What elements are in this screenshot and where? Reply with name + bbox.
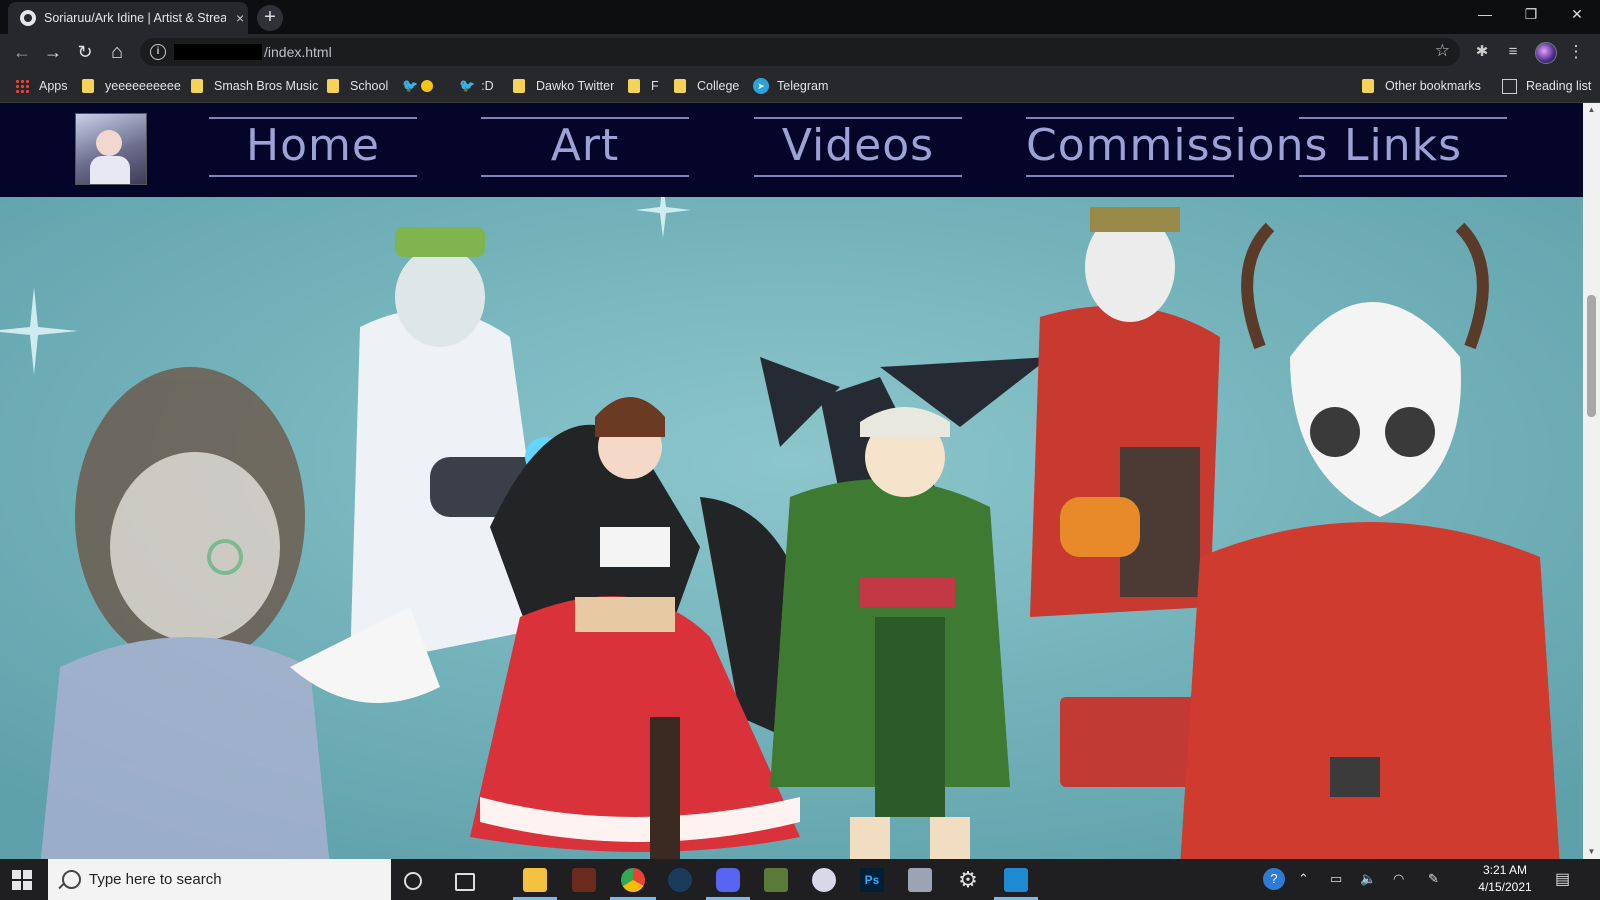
site-favicon-icon	[20, 10, 36, 26]
bookmark-telegram[interactable]: ➤ Telegram	[753, 77, 828, 95]
nav-commissions[interactable]: Commissions	[1026, 117, 1327, 177]
file-explorer-icon[interactable]	[523, 868, 547, 892]
task-view-icon[interactable]	[455, 873, 475, 891]
snipping-tool-icon[interactable]	[908, 868, 932, 892]
settings-gear-icon[interactable]: ⚙	[956, 868, 980, 892]
steam-icon[interactable]	[668, 868, 692, 892]
game-app-icon[interactable]	[572, 868, 596, 892]
profile-avatar-icon[interactable]	[1535, 42, 1557, 64]
tab-close-icon[interactable]: ×	[232, 10, 248, 26]
close-window-button[interactable]: ✕	[1554, 0, 1600, 30]
menu-icon[interactable]: ⋮	[1566, 42, 1586, 62]
reading-list[interactable]: Reading list	[1502, 77, 1591, 95]
address-bar[interactable]: i /index.html ☆	[140, 38, 1460, 66]
scroll-down-arrow-icon[interactable]: ▼	[1583, 845, 1600, 859]
site-avatar-logo[interactable]	[75, 113, 147, 185]
search-icon	[62, 870, 81, 889]
browser-toolbar: ← → ↻ ⌂ i /index.html ☆ ✱ ≡ ⋮	[0, 34, 1600, 70]
paint-app-icon[interactable]	[812, 868, 836, 892]
back-icon[interactable]: ←	[10, 40, 34, 64]
smiley-emoji-icon	[421, 80, 434, 92]
folder-icon	[191, 79, 203, 93]
clock-time: 3:21 AM	[1482, 863, 1528, 877]
bookmark-folder-smash-bros-music[interactable]: Smash Bros Music	[191, 77, 318, 95]
hero-banner-illustration: 24	[0, 197, 1583, 859]
vscode-icon[interactable]	[1004, 868, 1028, 892]
apps-grid-icon	[15, 79, 29, 93]
windows-start-icon[interactable]	[12, 870, 32, 890]
nav-links[interactable]: Links	[1299, 117, 1507, 177]
forward-icon[interactable]: →	[41, 40, 65, 64]
nav-videos[interactable]: Videos	[754, 117, 962, 177]
home-icon[interactable]: ⌂	[105, 40, 129, 64]
bookmark-folder-yeeeeeeeeee[interactable]: yeeeeeeeeee	[82, 77, 181, 95]
extensions-icon[interactable]: ✱	[1472, 42, 1492, 62]
bookmark-twitter-emoji[interactable]: 🐦	[402, 77, 443, 95]
page-viewport: Home Art Videos Commissions Links	[0, 103, 1583, 859]
twitter-icon: 🐦	[459, 78, 476, 93]
notifications-icon[interactable]: ▤	[1555, 869, 1570, 889]
folder-icon	[628, 79, 640, 93]
browser-tab-active[interactable]: Soriaruu/Ark Idine | Artist & Strea ×	[8, 2, 248, 34]
redacted-url-host	[174, 44, 262, 60]
reading-queue-icon[interactable]: ≡	[1503, 42, 1523, 62]
nav-art[interactable]: Art	[481, 117, 689, 177]
photoshop-icon[interactable]: Ps	[860, 868, 884, 892]
reload-icon[interactable]: ↻	[73, 40, 97, 64]
tab-title: Soriaruu/Ark Idine | Artist & Strea	[44, 11, 227, 25]
new-tab-button[interactable]: +	[257, 5, 283, 31]
page-scrollbar[interactable]	[1583, 103, 1600, 859]
url-path: /index.html	[264, 44, 332, 60]
bookmark-folder-school[interactable]: School	[327, 77, 388, 95]
pen-workspace-icon[interactable]: ✎	[1428, 871, 1439, 887]
bookmarks-bar: Apps yeeeeeeeeee Smash Bros Music School…	[0, 70, 1600, 103]
minecraft-icon[interactable]	[764, 868, 788, 892]
chrome-icon[interactable]	[621, 868, 645, 892]
folder-icon	[513, 79, 525, 93]
bookmark-folder-f[interactable]: F	[628, 77, 659, 95]
folder-icon	[327, 79, 339, 93]
bookmark-folder-dawko-twitter[interactable]: Dawko Twitter	[513, 77, 614, 95]
scrollbar-thumb[interactable]	[1587, 295, 1596, 417]
folder-icon	[674, 79, 686, 93]
taskbar-clock[interactable]: 3:21 AM 4/15/2021	[1470, 862, 1540, 896]
folder-icon	[82, 79, 94, 93]
twitter-icon: 🐦	[402, 78, 419, 93]
minimize-button[interactable]: —	[1462, 0, 1508, 30]
site-navigation: Home Art Videos Commissions Links	[0, 103, 1583, 197]
show-hidden-icons-chevron-icon[interactable]: ⌃	[1298, 871, 1309, 887]
tab-strip: Soriaruu/Ark Idine | Artist & Strea × + …	[0, 0, 1600, 34]
wifi-icon[interactable]: ◠	[1393, 871, 1404, 887]
folder-icon	[1362, 79, 1374, 93]
bookmark-apps[interactable]: Apps	[15, 77, 68, 95]
clock-date: 4/15/2021	[1478, 880, 1532, 894]
windows-taskbar: Type here to search Ps ⚙ ? ⌃ ▭ 🔈 ◠ ✎ 3:2…	[0, 859, 1600, 900]
restore-button[interactable]: ❐	[1508, 0, 1554, 30]
cortana-icon[interactable]	[404, 872, 422, 890]
taskbar-search-box[interactable]: Type here to search	[48, 859, 391, 900]
discord-icon[interactable]	[716, 868, 740, 892]
bookmark-twitter-d[interactable]: 🐦 :D	[459, 77, 494, 95]
battery-icon[interactable]: ▭	[1330, 871, 1342, 887]
other-bookmarks[interactable]: Other bookmarks	[1362, 77, 1481, 95]
site-info-icon[interactable]: i	[150, 44, 166, 60]
nav-home[interactable]: Home	[209, 117, 417, 177]
volume-icon[interactable]: 🔈	[1360, 871, 1376, 887]
bookmark-folder-college[interactable]: College	[674, 77, 739, 95]
scroll-up-arrow-icon[interactable]: ▲	[1583, 103, 1600, 117]
reading-list-icon	[1502, 78, 1517, 94]
help-icon[interactable]: ?	[1263, 868, 1285, 890]
bookmark-star-icon[interactable]: ☆	[1435, 41, 1450, 61]
telegram-icon: ➤	[753, 78, 769, 94]
